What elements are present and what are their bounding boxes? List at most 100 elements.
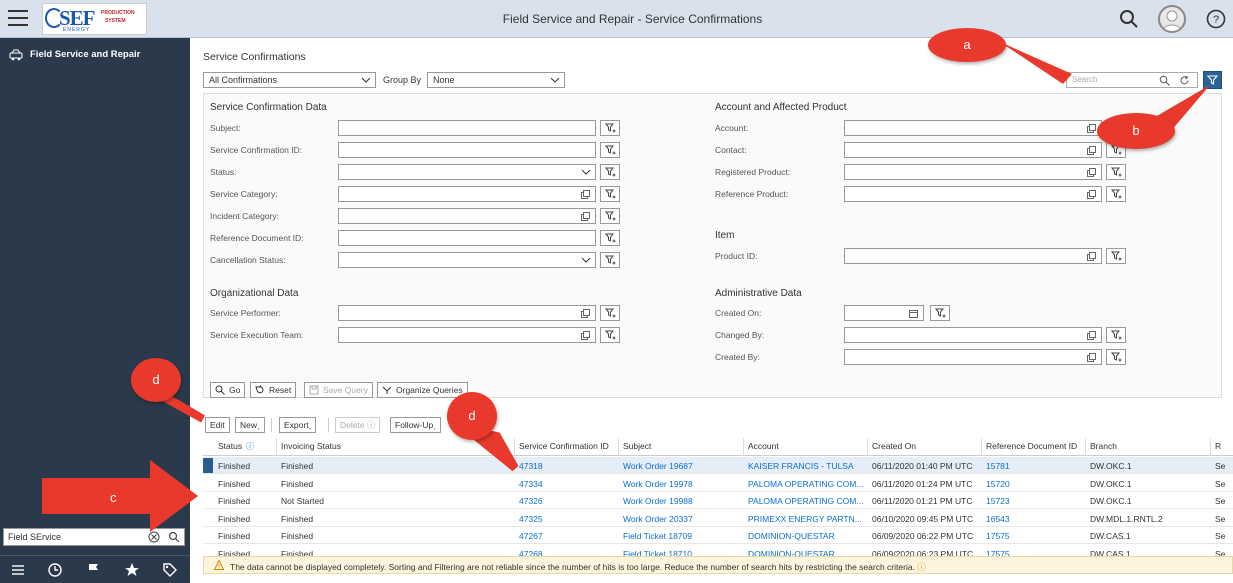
cell-subject[interactable]: Work Order 20337 [623,514,693,524]
column-header-invoicing-status[interactable]: Invoicing Status [281,441,341,451]
search-icon[interactable] [168,531,180,543]
column-header-branch[interactable]: Branch [1090,441,1117,451]
value-help-icon[interactable] [1087,331,1096,340]
cell-account[interactable]: PALOMA OPERATING COM... [748,479,863,489]
subject-input[interactable] [338,120,596,136]
reference-document-id-filter-button[interactable] [600,230,620,246]
value-help-icon[interactable] [1087,168,1096,177]
service-category-filter-button[interactable] [600,186,620,202]
value-help-icon[interactable] [1087,252,1096,261]
user-avatar[interactable] [1158,5,1186,33]
cell-subject[interactable]: Work Order 19978 [623,479,693,489]
column-header-r[interactable]: R [1215,441,1221,451]
created-on-input[interactable] [844,305,924,321]
service-confirmation-id-input[interactable] [338,142,596,158]
product-id-filter-button[interactable] [1106,248,1126,264]
incident-category-input[interactable] [338,208,596,224]
value-help-icon[interactable] [1087,124,1096,133]
cell-ref[interactable]: 15781 [986,461,1010,471]
search-input[interactable]: Search [1066,72,1198,88]
cell-ref[interactable]: 15723 [986,496,1010,506]
clear-icon[interactable] [148,531,160,543]
cell-ref[interactable]: 15720 [986,479,1010,489]
value-help-icon[interactable] [581,212,590,221]
sidebar-search-input[interactable]: Field SErvice [3,528,185,546]
cell-id[interactable]: 47267 [519,531,543,541]
favorites-icon[interactable] [124,562,140,578]
cancellation-status-filter-button[interactable] [600,252,620,268]
menu-icon[interactable] [8,10,28,26]
registered-product-filter-button[interactable] [1106,164,1126,180]
service-performer-filter-button[interactable] [600,305,620,321]
cell-ref[interactable]: 17575 [986,531,1010,541]
sidebar-item-field-service[interactable]: Field Service and Repair [0,44,190,66]
search-icon[interactable] [1159,75,1170,86]
created-by-input[interactable] [844,349,1102,365]
cancellation-status-input[interactable] [338,252,596,268]
service-execution-team-filter-button[interactable] [600,327,620,343]
cell-account[interactable]: PALOMA OPERATING COM... [748,496,863,506]
reference-document-id-input[interactable] [338,230,596,246]
chevron-down-icon[interactable] [582,257,590,263]
group-by-select[interactable]: None [427,72,565,88]
info-icon[interactable]: ⓘ [917,562,926,572]
value-help-icon[interactable] [581,309,590,318]
cell-subject[interactable]: Work Order 19687 [623,461,693,471]
export-button[interactable]: Export˯ [279,417,317,433]
created-on-filter-button[interactable] [930,305,950,321]
view-select[interactable]: All Confirmations [203,72,376,88]
save-query-button[interactable]: Save Query [304,382,373,398]
cell-subject[interactable]: Field Ticket 18709 [623,531,692,541]
calendar-icon[interactable] [909,309,918,318]
reference-product-input[interactable] [844,186,1102,202]
column-header-status[interactable]: Status [218,441,242,451]
registered-product-input[interactable] [844,164,1102,180]
cell-account[interactable]: DOMINION-QUESTAR [748,531,835,541]
table-row[interactable]: Finished Not Started 47326 Work Order 19988… [203,492,1233,509]
flag-icon[interactable] [86,562,102,578]
service-confirmation-id-filter-button[interactable] [600,142,620,158]
service-execution-team-input[interactable] [338,327,596,343]
table-row[interactable]: Finished Finished 47325 Work Order 20337 PRI… [203,510,1233,527]
value-help-icon[interactable] [1087,353,1096,362]
created-by-filter-button[interactable] [1106,349,1126,365]
help-icon[interactable]: ? [1206,9,1226,29]
service-performer-input[interactable] [338,305,596,321]
row-selector[interactable] [203,458,213,473]
cell-id[interactable]: 47318 [519,461,543,471]
new-button[interactable]: New˯ [235,417,265,433]
organize-queries-button[interactable]: Organize Queries [377,382,468,398]
cell-id[interactable]: 47325 [519,514,543,524]
table-row[interactable]: Finished Finished 47334 Work Order 19978 PAL… [203,475,1233,492]
column-header-subject[interactable]: Subject [623,441,651,451]
go-button[interactable]: Go [210,382,246,398]
cell-account[interactable]: PRIMEXX ENERGY PARTN... [748,514,862,524]
value-help-icon[interactable] [581,331,590,340]
cell-id[interactable]: 47334 [519,479,543,489]
cell-account[interactable]: KAISER FRANCIS - TULSA [748,461,854,471]
list-icon[interactable] [10,562,26,578]
value-help-icon[interactable] [581,190,590,199]
column-header-created-on[interactable]: Created On [872,441,916,451]
value-help-icon[interactable] [1087,146,1096,155]
column-header-account[interactable]: Account [748,441,779,451]
reset-button[interactable]: Reset [250,382,297,398]
follow-up-button[interactable]: Follow-Up˯ [390,417,442,433]
filter-toggle-button[interactable] [1203,71,1222,89]
status-filter-button[interactable] [600,164,620,180]
value-help-icon[interactable] [1087,190,1096,199]
info-icon[interactable]: ⓘ [246,441,254,452]
subject-filter-button[interactable] [600,120,620,136]
delete-button[interactable]: Delete ⓘ [335,417,381,433]
company-logo[interactable]: SEF PRODUCTION SYSTEM ENERGY [42,3,147,35]
changed-by-filter-button[interactable] [1106,327,1126,343]
chevron-down-icon[interactable] [582,169,590,175]
service-category-input[interactable] [338,186,596,202]
column-header-service-confirmation-id[interactable]: Service Confirmation ID [519,441,609,451]
account-input[interactable] [844,120,1102,136]
incident-category-filter-button[interactable] [600,208,620,224]
cell-subject[interactable]: Work Order 19988 [623,496,693,506]
contact-input[interactable] [844,142,1102,158]
product-id-input[interactable] [844,248,1102,264]
edit-button[interactable]: Edit [205,417,230,433]
